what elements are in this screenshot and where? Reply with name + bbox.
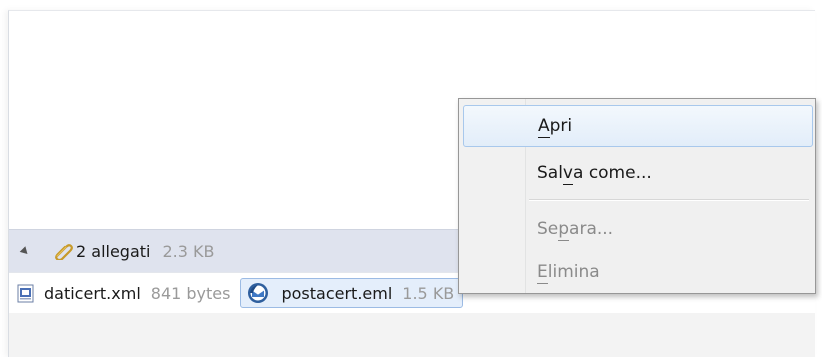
attachment-count: 2 allegati <box>76 241 151 261</box>
attachment-item-daticert[interactable]: daticert.xml 841 bytes <box>11 278 236 308</box>
menu-separator <box>529 199 809 201</box>
attachment-name: daticert.xml <box>44 283 141 303</box>
accelerator-underline <box>538 137 550 138</box>
attachment-name: postacert.eml <box>281 283 393 303</box>
attachment-size: 841 bytes <box>150 283 231 303</box>
attachment-total-size: 2.3 KB <box>162 241 215 261</box>
menu-item-label: Separa... <box>537 219 614 241</box>
status-strip <box>9 313 815 357</box>
menu-item-label: Salva come... <box>537 163 652 185</box>
menu-item-label: Apri <box>538 116 573 138</box>
menu-item-open[interactable]: Apri <box>463 105 813 147</box>
attachment-context-menu: Apri Salva come... Separa... Elimina <box>458 98 816 294</box>
accelerator-underline <box>558 240 570 241</box>
accelerator-underline <box>562 184 573 185</box>
collapse-toggle-icon[interactable] <box>19 245 31 257</box>
thunderbird-eml-icon <box>248 283 269 303</box>
attachment-item-postacert[interactable]: postacert.eml 1.5 KB <box>240 278 464 308</box>
xml-file-icon <box>17 284 34 302</box>
menu-item-save-as[interactable]: Salva come... <box>463 152 813 194</box>
accelerator-underline <box>537 283 548 284</box>
menu-item-detach: Separa... <box>463 208 813 250</box>
paperclip-icon <box>55 244 73 260</box>
menu-item-label: Elimina <box>537 262 600 284</box>
attachment-size: 1.5 KB <box>402 283 455 303</box>
menu-item-delete: Elimina <box>463 251 813 293</box>
